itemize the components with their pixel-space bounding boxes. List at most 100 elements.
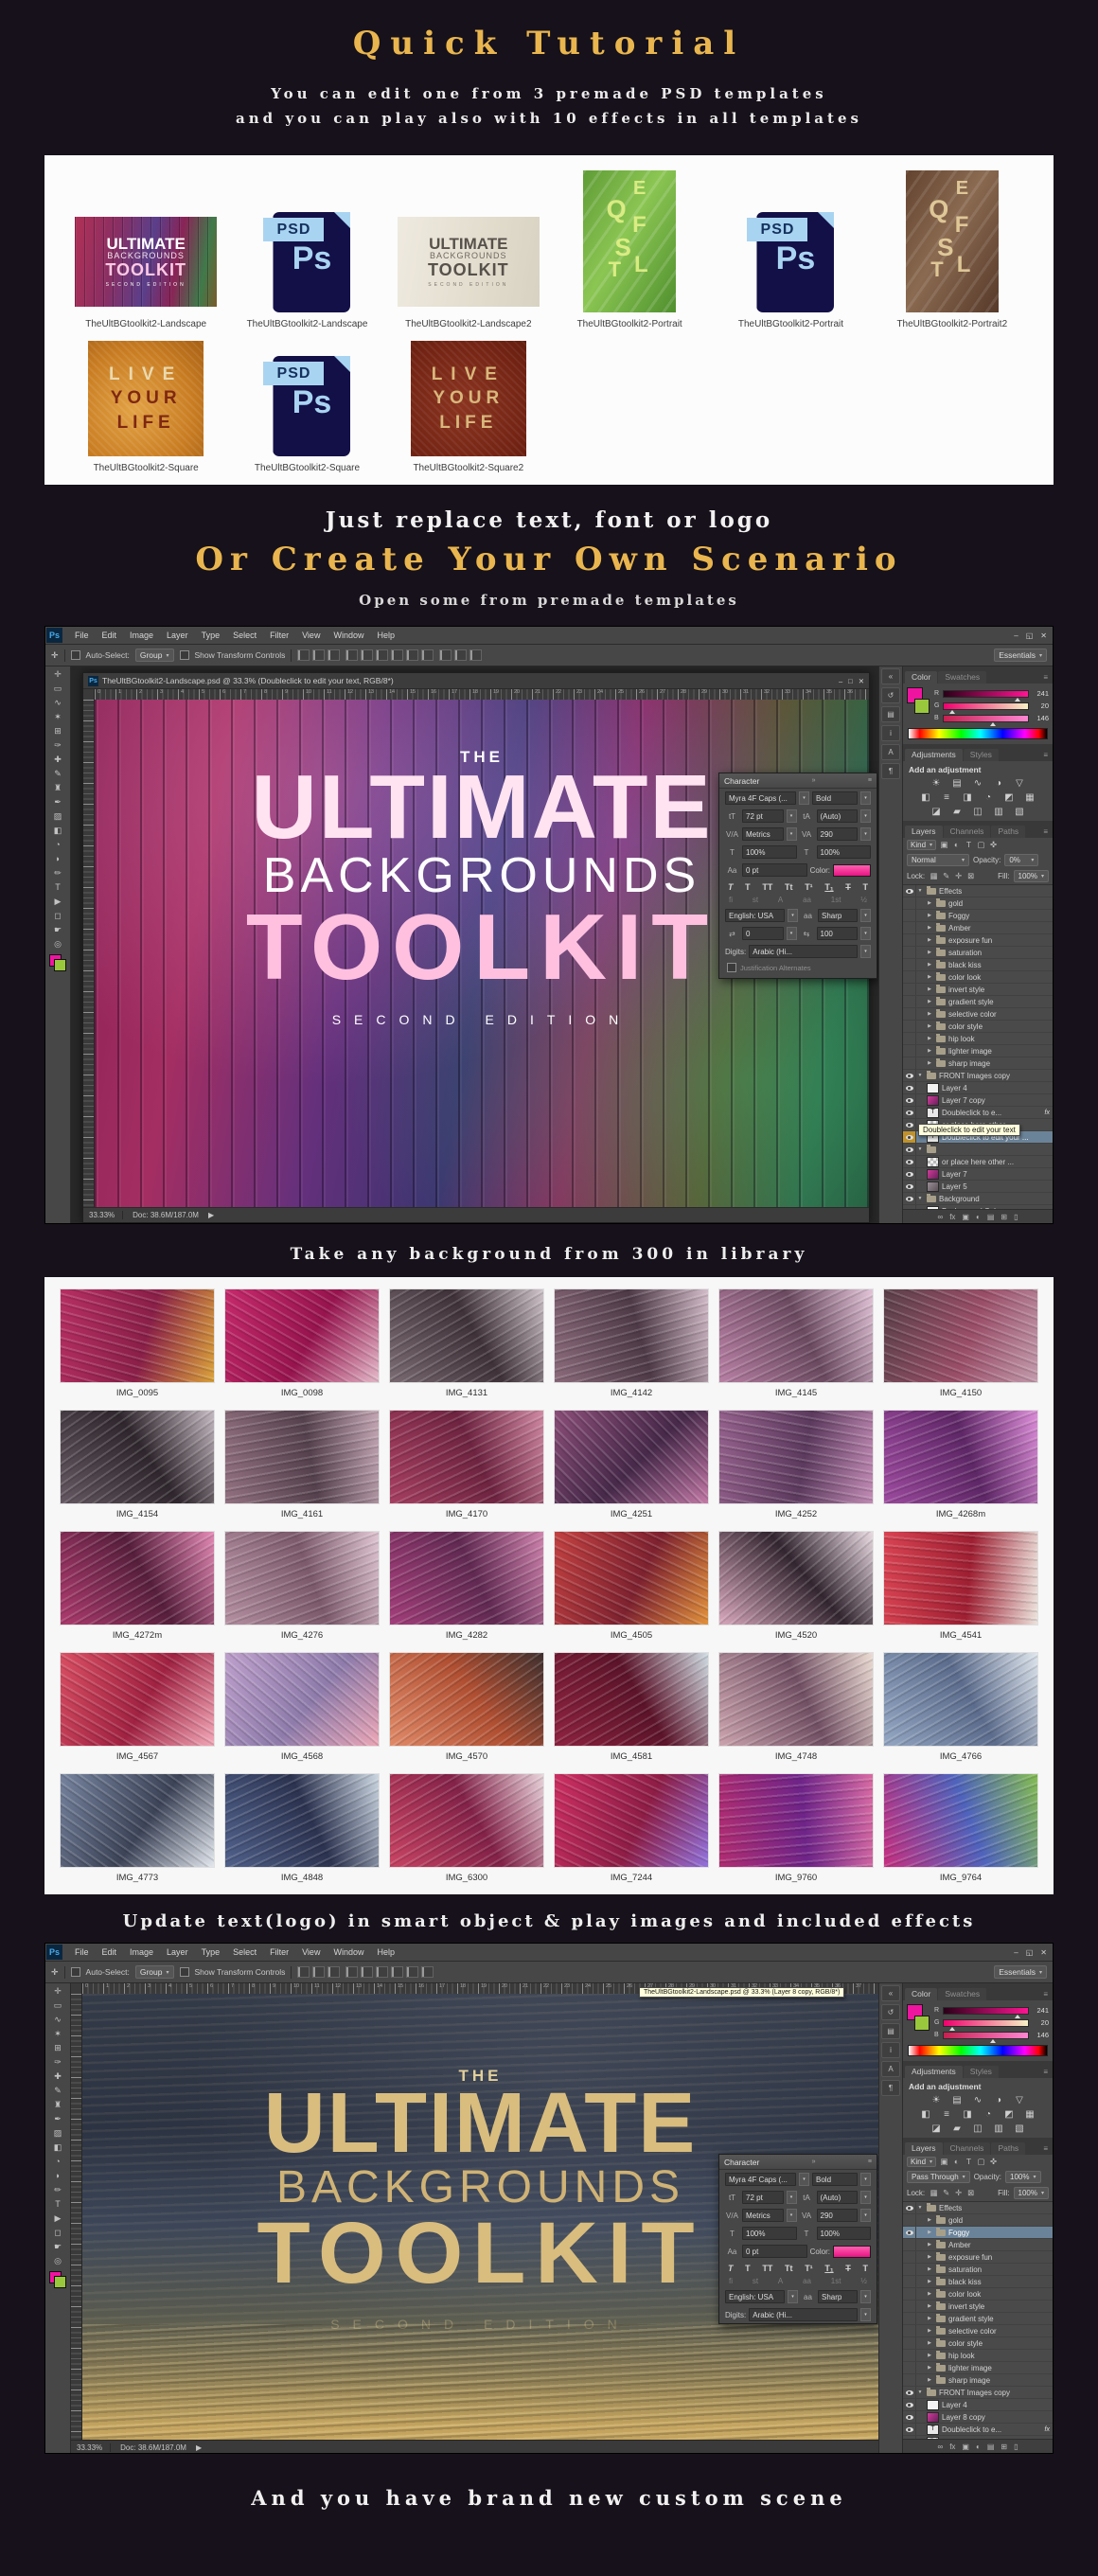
adj-vibrance-icon[interactable]: ▽: [1014, 778, 1026, 789]
paragraph-panel-icon[interactable]: ¶: [881, 763, 900, 779]
template-square-psd[interactable]: Ps PSD LIVE YOUR LIFE TheUltBGtoolkit2-S…: [226, 329, 387, 473]
tracking-field[interactable]: 290: [817, 2209, 859, 2222]
layer-row[interactable]: Background: [903, 1193, 1053, 1205]
layer-visibility-toggle[interactable]: [903, 959, 916, 970]
library-item[interactable]: IMG_4766: [883, 1652, 1038, 1762]
background-color-swatch[interactable]: [54, 2276, 66, 2288]
expand-arrow-icon[interactable]: [926, 974, 933, 980]
properties-panel-icon[interactable]: ▤: [881, 2023, 900, 2039]
lasso-tool[interactable]: ∿: [49, 2013, 66, 2027]
layer-row[interactable]: black kiss: [903, 2276, 1053, 2288]
menu-window[interactable]: Window: [327, 631, 370, 640]
foreground-background-swatches[interactable]: [49, 954, 66, 971]
clone-stamp-tool[interactable]: ♜: [49, 2098, 66, 2112]
brush-tool[interactable]: ✎: [49, 767, 66, 781]
shape-tool[interactable]: ◻: [49, 2226, 66, 2240]
justification-alternates-checkbox[interactable]: [727, 963, 736, 972]
vertical-scale-field[interactable]: 100%: [742, 2227, 797, 2240]
adj-color-balance-icon[interactable]: ≡: [941, 2109, 953, 2120]
library-thumbnail[interactable]: [60, 1652, 215, 1747]
library-item[interactable]: IMG_4541: [883, 1531, 1038, 1641]
distribute-icon[interactable]: [361, 649, 373, 661]
align-icon[interactable]: [297, 1966, 310, 1978]
library-item[interactable]: IMG_4131: [389, 1288, 544, 1398]
layer-row[interactable]: black kiss: [903, 959, 1053, 971]
minimize-button[interactable]: –: [1014, 631, 1018, 640]
lock-pixels-icon[interactable]: ✎: [941, 2188, 951, 2198]
link-layers-icon[interactable]: ∞: [937, 2443, 943, 2451]
distribute-icon[interactable]: [345, 649, 358, 661]
library-thumbnail[interactable]: [883, 1410, 1038, 1504]
menu-help[interactable]: Help: [370, 631, 401, 640]
expand-arrow-icon[interactable]: [926, 2328, 933, 2334]
lasso-tool[interactable]: ∿: [49, 696, 66, 710]
tab-styles[interactable]: Styles: [964, 2066, 999, 2078]
hand-tool[interactable]: ☛: [49, 2240, 66, 2254]
blue-value[interactable]: 146: [1032, 2031, 1049, 2039]
new-group-icon[interactable]: ▤: [987, 1213, 995, 1221]
fill-dropdown[interactable]: 100%: [1014, 870, 1049, 882]
expand-arrow-icon[interactable]: [926, 2242, 933, 2247]
layer-row[interactable]: color look: [903, 2288, 1053, 2301]
layer-visibility-toggle[interactable]: [903, 1119, 916, 1130]
gradient-tool[interactable]: ◧: [49, 2141, 66, 2155]
layer-visibility-toggle[interactable]: [903, 2251, 916, 2263]
library-item[interactable]: IMG_4581: [554, 1652, 709, 1762]
kerning-field[interactable]: Metrics: [742, 2209, 784, 2222]
faux-italic-icon[interactable]: T: [745, 882, 751, 892]
template-portrait-preview[interactable]: Ps PSD ULTIMATE BACKGROUNDS TOOLKIT SECO…: [549, 167, 710, 329]
strikethrough-icon[interactable]: T: [862, 882, 868, 892]
zoom-level[interactable]: 33.33%: [77, 2443, 111, 2452]
ot-ordinals-icon[interactable]: 1st: [831, 2277, 841, 2285]
layer-visibility-toggle[interactable]: [903, 1070, 916, 1081]
language-field[interactable]: English: USA: [725, 2290, 785, 2303]
layer-row[interactable]: Doubleclick to e... fx: [903, 1107, 1053, 1119]
adj-threshold-icon[interactable]: ◫: [972, 807, 984, 817]
ot-contextual-icon[interactable]: st: [753, 2277, 758, 2285]
eraser-tool[interactable]: ▨: [49, 809, 66, 824]
auto-select-mode-dropdown[interactable]: Group: [135, 1965, 174, 1979]
layer-visibility-toggle[interactable]: [903, 2424, 916, 2435]
menu-view[interactable]: View: [295, 1947, 327, 1957]
tab-channels[interactable]: Channels: [944, 826, 991, 838]
adj-exposure-icon[interactable]: ◑: [993, 778, 1005, 789]
panel-menu-icon[interactable]: ≡: [1043, 2068, 1051, 2078]
dodge-tool[interactable]: ◗: [49, 2169, 66, 2183]
red-value[interactable]: 241: [1032, 689, 1049, 698]
expand-arrow-icon[interactable]: [926, 937, 933, 943]
subscript-icon[interactable]: T₁: [824, 2264, 833, 2273]
gradient-tool[interactable]: ◧: [49, 824, 66, 838]
restore-button[interactable]: ◱: [1026, 1948, 1034, 1957]
layer-visibility-toggle[interactable]: [903, 2264, 916, 2275]
adj-levels-icon[interactable]: ▤: [951, 2095, 964, 2105]
expand-arrow-icon[interactable]: [926, 2266, 933, 2272]
layer-row[interactable]: Layer 4: [903, 2399, 1053, 2411]
green-value[interactable]: 20: [1032, 2018, 1049, 2027]
library-item[interactable]: IMG_4505: [554, 1531, 709, 1641]
lock-position-icon[interactable]: ✛: [953, 2188, 964, 2198]
opacity-dropdown[interactable]: 100%: [1005, 2171, 1040, 2183]
layer-row[interactable]: selective color: [903, 1008, 1053, 1021]
layer-visibility-toggle[interactable]: [903, 2411, 916, 2423]
library-item[interactable]: IMG_4282: [389, 1531, 544, 1641]
filter-shape-layers-icon[interactable]: ▢: [976, 840, 986, 850]
library-item[interactable]: IMG_4568: [224, 1652, 380, 1762]
move-tool[interactable]: ✛: [49, 667, 66, 682]
expand-arrow-icon[interactable]: [916, 2205, 924, 2211]
panel-menu-icon[interactable]: ≡: [1043, 827, 1051, 838]
digits-field[interactable]: Arabic (Hi...: [749, 945, 858, 958]
expand-arrow-icon[interactable]: [926, 925, 933, 931]
move-tool[interactable]: ✛: [49, 1984, 66, 1999]
adj-gradient-map-icon[interactable]: ▥: [993, 2123, 1005, 2134]
filter-type-layers-icon[interactable]: T: [964, 2157, 974, 2167]
library-item[interactable]: IMG_4142: [554, 1288, 709, 1398]
layer-visibility-toggle[interactable]: [903, 1057, 916, 1069]
text-color-swatch[interactable]: [833, 864, 871, 877]
foreground-background-swatches[interactable]: [49, 2271, 66, 2288]
info-panel-icon[interactable]: i: [881, 2042, 900, 2058]
library-item[interactable]: IMG_4252: [718, 1410, 874, 1519]
layer-row[interactable]: color look: [903, 971, 1053, 984]
library-item[interactable]: IMG_4150: [883, 1288, 1038, 1398]
layer-row[interactable]: [903, 1144, 1053, 1156]
library-thumbnail[interactable]: [718, 1410, 874, 1504]
